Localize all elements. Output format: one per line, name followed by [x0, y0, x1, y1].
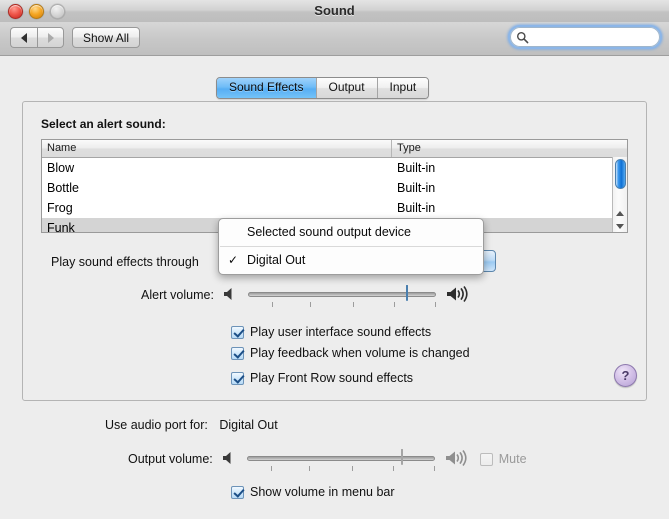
navigation-buttons: [10, 27, 64, 48]
scroll-down-button[interactable]: [613, 220, 627, 232]
column-header-name[interactable]: Name: [42, 140, 392, 157]
checkbox-label: Play user interface sound effects: [250, 325, 432, 339]
table-scrollbar[interactable]: [612, 157, 627, 232]
select-alert-sound-label: Select an alert sound:: [41, 117, 166, 131]
checkbox-box: [479, 452, 493, 466]
search-field-focus-ring: [508, 25, 662, 49]
checkbox-label: Play Front Row sound effects: [250, 371, 414, 385]
checkmark-icon: ✓: [228, 253, 239, 267]
cell-type: Built-in: [397, 181, 436, 195]
tab-output[interactable]: Output: [316, 78, 378, 98]
checkbox-play-front-row-sound-effects[interactable]: Play Front Row sound effects: [231, 371, 413, 385]
search-icon: [516, 31, 529, 44]
tab-sound-effects[interactable]: Sound Effects: [217, 78, 317, 98]
play-sound-effects-through-label: Play sound effects through: [51, 255, 199, 269]
checkbox-play-ui-sound-effects[interactable]: Play user interface sound effects: [231, 325, 431, 339]
toolbar: Show All: [0, 22, 669, 56]
checkbox-label: Show volume in menu bar: [250, 485, 395, 499]
speaker-loud-icon: [445, 285, 471, 306]
menu-item-label: Digital Out: [247, 253, 306, 267]
checkbox-box[interactable]: [231, 346, 244, 360]
scroll-up-button[interactable]: [613, 207, 627, 220]
alert-volume-slider[interactable]: [247, 284, 436, 307]
tab-input[interactable]: Input: [377, 78, 429, 98]
window-title: Sound: [314, 3, 355, 18]
sound-preferences-window: Sound Show All Sound Effects Output Inpu…: [0, 0, 669, 519]
cell-name: Blow: [47, 161, 75, 175]
chevron-left-icon: [21, 32, 27, 43]
slider-thumb[interactable]: [401, 449, 416, 467]
table-row[interactable]: Frog Built-in: [42, 198, 627, 218]
speaker-mute-icon: [221, 450, 238, 469]
triangle-down-icon: [616, 224, 624, 229]
use-audio-port-row: Use audio port for: Digital Out: [105, 418, 278, 432]
scrollbar-thumb[interactable]: [615, 159, 626, 189]
checkbox-play-feedback-volume-changed[interactable]: Play feedback when volume is changed: [231, 346, 470, 360]
checkbox-label: Mute: [498, 452, 527, 466]
forward-button: [37, 27, 64, 48]
cell-name: Frog: [47, 201, 73, 215]
tab-bar: Sound Effects Output Input: [216, 77, 430, 99]
checkbox-box[interactable]: [231, 485, 244, 499]
table-row[interactable]: Bottle Built-in: [42, 178, 627, 198]
use-audio-port-value: Digital Out: [219, 418, 278, 432]
search-input[interactable]: [510, 27, 660, 47]
checkbox-show-volume-in-menu-bar[interactable]: Show volume in menu bar: [231, 485, 395, 499]
column-header-type[interactable]: Type: [392, 140, 627, 157]
table-row[interactable]: Blow Built-in: [42, 158, 627, 178]
back-button[interactable]: [10, 27, 37, 48]
show-all-button[interactable]: Show All: [72, 27, 141, 48]
checkbox-box[interactable]: [231, 371, 244, 385]
help-button[interactable]: ?: [614, 364, 637, 387]
cell-name: Bottle: [47, 181, 79, 195]
triangle-up-icon: [616, 211, 624, 216]
table-header-row: Name Type: [42, 140, 627, 158]
title-bar: Sound: [0, 0, 669, 23]
cell-type: Built-in: [397, 161, 436, 175]
alert-volume-row: Alert volume:: [141, 284, 471, 307]
checkbox-label: Play feedback when volume is changed: [250, 346, 470, 360]
output-volume-slider[interactable]: [246, 448, 435, 471]
speaker-loud-icon: [444, 449, 470, 470]
chevron-right-icon: [47, 32, 54, 43]
slider-thumb[interactable]: [406, 285, 421, 303]
use-audio-port-label: Use audio port for:: [105, 418, 208, 432]
speaker-mute-icon: [222, 286, 239, 305]
cell-type: Built-in: [397, 201, 436, 215]
checkbox-mute: Mute: [479, 452, 527, 466]
menu-header-selected-sound-output-device: Selected sound output device: [247, 225, 412, 239]
sound-output-device-menu: Selected sound output device ✓ Digital O…: [218, 218, 484, 275]
menu-item-digital-out[interactable]: ✓ Digital Out: [219, 250, 483, 271]
output-volume-label: Output volume:: [128, 452, 213, 466]
alert-volume-label: Alert volume:: [141, 288, 214, 302]
checkbox-box[interactable]: [231, 325, 244, 339]
menu-separator: [220, 246, 482, 247]
output-volume-row: Output volume: Mute: [128, 448, 527, 471]
